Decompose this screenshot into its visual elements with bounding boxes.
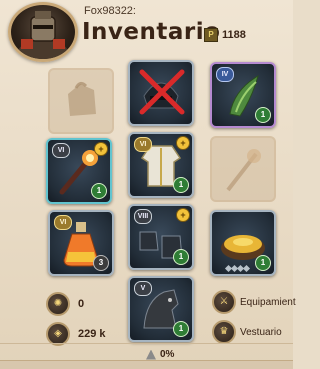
- silver-value: 1188: [222, 29, 246, 41]
- slot-potion[interactable]: VI 3: [48, 210, 114, 276]
- fame-icon: ✺: [46, 292, 70, 316]
- slot-cape[interactable]: IV 1: [210, 62, 276, 128]
- character-portrait-icon: [17, 11, 69, 59]
- fame-value: 0: [78, 298, 85, 310]
- bottom-bar: [0, 360, 293, 369]
- item-count: 1: [173, 249, 189, 265]
- item-count: 1: [255, 255, 271, 271]
- tier-badge: VI: [52, 143, 70, 158]
- equipment-icon: ⚔: [212, 290, 236, 314]
- wardrobe-button[interactable]: ♛ Vestuario: [212, 320, 282, 344]
- weight-icon: [146, 349, 156, 360]
- weight-indicator: 0%: [146, 349, 174, 360]
- offhand-icon: [226, 149, 261, 192]
- avatar[interactable]: [8, 2, 78, 62]
- item-count: 3: [93, 255, 109, 271]
- page-title: Inventario: [82, 19, 221, 45]
- bag-icon: [68, 81, 96, 116]
- enchant-icon: +: [94, 142, 108, 156]
- slot-shoes[interactable]: VIII + 1: [128, 204, 194, 270]
- item-count: 1: [173, 177, 189, 193]
- broken-x-icon: [139, 69, 185, 115]
- wardrobe-label: Vestuario: [240, 326, 282, 338]
- equipment-label: Equipamient: [240, 296, 296, 308]
- slot-offhand[interactable]: [210, 136, 276, 202]
- quality-stars: [224, 264, 251, 273]
- wardrobe-icon: ♛: [212, 320, 236, 344]
- tier-badge: VIII: [134, 209, 152, 224]
- silver-coin-icon: P: [204, 28, 218, 42]
- tier-badge: VI: [134, 137, 152, 152]
- divider: [0, 343, 293, 344]
- slot-head[interactable]: [128, 60, 194, 126]
- silver-total-value: 229 k: [78, 328, 106, 340]
- enchant-icon: +: [176, 136, 190, 150]
- fame-stat: ✺ 0: [46, 292, 84, 316]
- slot-bag[interactable]: [48, 68, 114, 134]
- item-count: 1: [173, 321, 189, 337]
- username: Fox98322:: [84, 5, 136, 17]
- item-count: 1: [91, 183, 107, 199]
- tier-badge: IV: [216, 67, 234, 82]
- equipment-button[interactable]: ⚔ Equipamient: [212, 290, 296, 314]
- slot-armor[interactable]: VI + 1: [128, 132, 194, 198]
- tier-badge: V: [134, 281, 152, 296]
- item-count: 1: [255, 107, 271, 123]
- inventory-panel: Fox98322: Inventario P 1188 IV 1 VI + 1 …: [0, 0, 296, 369]
- enchant-icon: +: [176, 208, 190, 222]
- tier-badge: VI: [54, 215, 72, 230]
- weight-value: 0%: [160, 349, 175, 360]
- slot-mainhand[interactable]: VI + 1: [46, 138, 112, 204]
- slot-mount[interactable]: V 1: [128, 276, 194, 342]
- slot-food[interactable]: 1: [210, 210, 276, 276]
- silver-balance: P 1188: [204, 28, 246, 42]
